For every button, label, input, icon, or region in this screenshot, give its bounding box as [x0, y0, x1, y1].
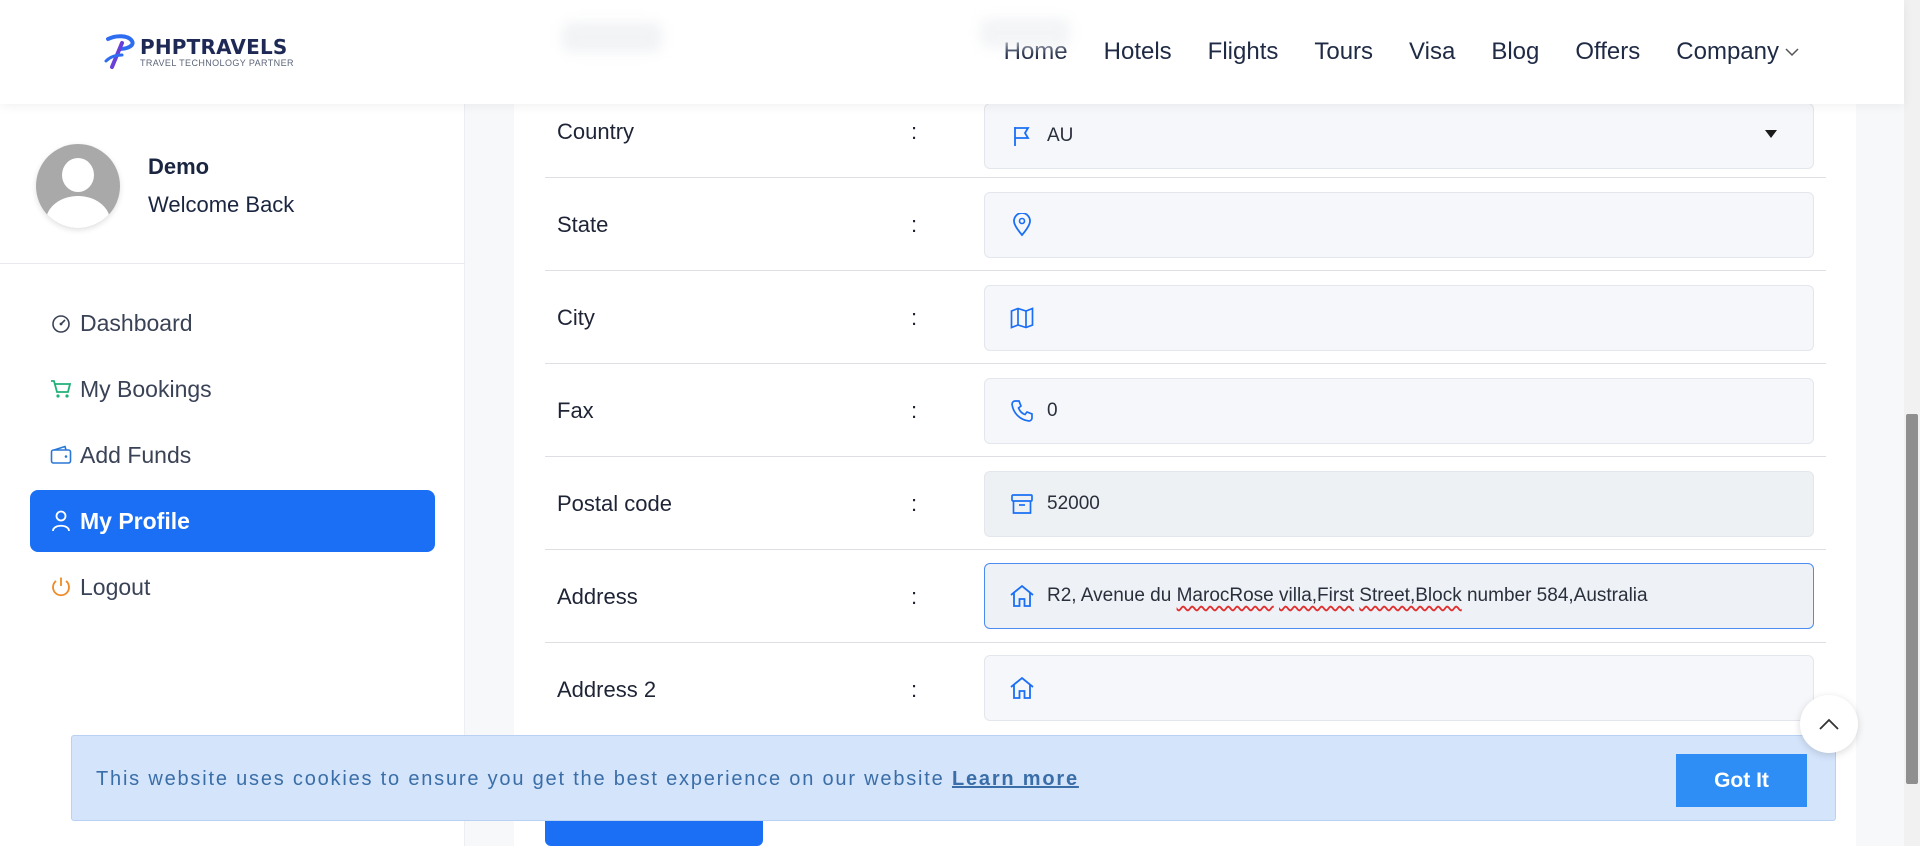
- user-icon: [50, 510, 72, 532]
- country-label: Country: [557, 119, 635, 144]
- cookie-consent-banner: This website uses cookies to ensure you …: [71, 735, 1836, 821]
- home-icon: [1009, 675, 1035, 701]
- row-colon: :: [911, 119, 918, 144]
- logo-subtitle: TRAVEL TECHNOLOGY PARTNER: [140, 57, 294, 68]
- caret-down-icon: [1765, 130, 1777, 138]
- row-colon: :: [911, 491, 918, 516]
- sidebar-item-my-profile[interactable]: My Profile: [30, 490, 435, 552]
- logo-title: PHPTRAVELS: [140, 34, 288, 59]
- form-row-city: City :: [545, 271, 1826, 364]
- row-colon: :: [911, 212, 918, 237]
- country-select[interactable]: AU: [984, 103, 1814, 169]
- form-row-address: Address : R2, Avenue du MarocRose villa,…: [545, 550, 1826, 643]
- flag-icon: [1009, 123, 1035, 149]
- chevron-down-icon: [1785, 48, 1799, 57]
- nav-flights[interactable]: Flights: [1208, 38, 1279, 66]
- sidebar-divider: [0, 263, 465, 264]
- blurred-field: [980, 18, 1070, 48]
- wallet-icon: [50, 444, 72, 466]
- chevron-up-icon: [1819, 718, 1839, 730]
- nav-visa-label: Visa: [1409, 38, 1456, 65]
- dashboard-gauge-icon: [50, 312, 72, 334]
- row-colon: :: [911, 677, 918, 702]
- cookie-message: This website uses cookies to ensure you …: [96, 768, 1079, 791]
- form-row-state: State :: [545, 178, 1826, 271]
- address-2-label: Address 2: [557, 677, 657, 702]
- map-pin-icon: [1009, 212, 1035, 238]
- nav-flights-label: Flights: [1207, 38, 1279, 65]
- page-scrollbar[interactable]: [1904, 0, 1920, 846]
- nav-company-label: Company: [1676, 38, 1779, 65]
- sidebar-item-label: My Profile: [80, 507, 190, 534]
- form-row-address-2: Address 2 :: [545, 643, 1826, 736]
- sidebar-item-logout[interactable]: Logout: [30, 556, 435, 618]
- sidebar-item-label: Dashboard: [80, 309, 193, 336]
- sidebar-item-label: My Bookings: [80, 375, 212, 402]
- user-name: Demo: [148, 154, 210, 179]
- map-icon: [1009, 305, 1035, 331]
- nav-offers-label: Offers: [1575, 38, 1641, 65]
- address-label: Address: [557, 584, 638, 609]
- form-row-postal-code: Postal code : 52000: [545, 457, 1826, 550]
- city-label: City: [557, 305, 595, 330]
- avatar: [36, 144, 120, 228]
- address-2-input[interactable]: [984, 655, 1814, 721]
- got-it-button[interactable]: Got It: [1676, 754, 1807, 807]
- nav-visa[interactable]: Visa: [1409, 38, 1455, 66]
- sidebar-item-label: Logout: [80, 573, 151, 600]
- learn-more-link[interactable]: Learn more: [952, 768, 1079, 790]
- country-value: AU: [1047, 125, 1074, 146]
- nav-tours-label: Tours: [1314, 38, 1374, 65]
- cookie-text: This website uses cookies to ensure you …: [96, 768, 945, 790]
- scroll-to-top-button[interactable]: [1800, 695, 1858, 753]
- state-label: State: [557, 212, 609, 237]
- row-colon: :: [911, 584, 918, 609]
- welcome-text: Welcome Back: [148, 192, 295, 217]
- cart-icon: [50, 378, 72, 400]
- main-nav: Home Hotels Flights Tours Visa Blog Offe…: [1004, 38, 1799, 66]
- nav-company-dropdown[interactable]: Company: [1676, 38, 1799, 66]
- sidebar-item-dashboard[interactable]: Dashboard: [30, 292, 435, 354]
- city-input[interactable]: [984, 285, 1814, 351]
- phone-icon: [1009, 398, 1035, 424]
- fax-label: Fax: [557, 398, 594, 423]
- nav-offers[interactable]: Offers: [1575, 38, 1640, 66]
- nav-blog[interactable]: Blog: [1491, 38, 1539, 66]
- postal-code-input[interactable]: 52000: [984, 471, 1814, 537]
- fax-input[interactable]: 0: [984, 378, 1814, 444]
- row-colon: :: [911, 305, 918, 330]
- user-profile-summary: Demo Welcome Back: [36, 144, 294, 228]
- nav-blog-label: Blog: [1491, 38, 1540, 65]
- power-icon: [50, 576, 72, 598]
- home-icon: [1009, 583, 1035, 609]
- fax-value: 0: [1047, 400, 1058, 421]
- scrollbar-thumb[interactable]: [1906, 414, 1918, 784]
- sidebar-item-add-funds[interactable]: Add Funds: [30, 424, 435, 486]
- sidebar-item-my-bookings[interactable]: My Bookings: [30, 358, 435, 420]
- blurred-label: [562, 22, 662, 52]
- postal-code-label: Postal code: [557, 491, 672, 516]
- nav-tours[interactable]: Tours: [1314, 38, 1373, 66]
- state-input[interactable]: [984, 192, 1814, 258]
- logo-mark-icon: [104, 34, 135, 69]
- postal-code-value: 52000: [1047, 493, 1100, 514]
- archive-box-icon: [1009, 491, 1035, 517]
- sidebar-menu: Dashboard My Bookings Add Funds My Profi…: [30, 292, 435, 622]
- sidebar-item-label: Add Funds: [80, 441, 192, 468]
- row-colon: :: [911, 398, 918, 423]
- form-row-fax: Fax : 0: [545, 364, 1826, 457]
- nav-hotels-label: Hotels: [1103, 38, 1172, 65]
- address-value: R2, Avenue du MarocRose villa,First Stre…: [1047, 585, 1648, 606]
- site-header: PHPTRAVELS TRAVEL TECHNOLOGY PARTNER Hom…: [0, 0, 1904, 104]
- nav-hotels[interactable]: Hotels: [1104, 38, 1172, 66]
- site-logo[interactable]: PHPTRAVELS TRAVEL TECHNOLOGY PARTNER: [102, 33, 294, 71]
- address-input[interactable]: R2, Avenue du MarocRose villa,First Stre…: [984, 563, 1814, 629]
